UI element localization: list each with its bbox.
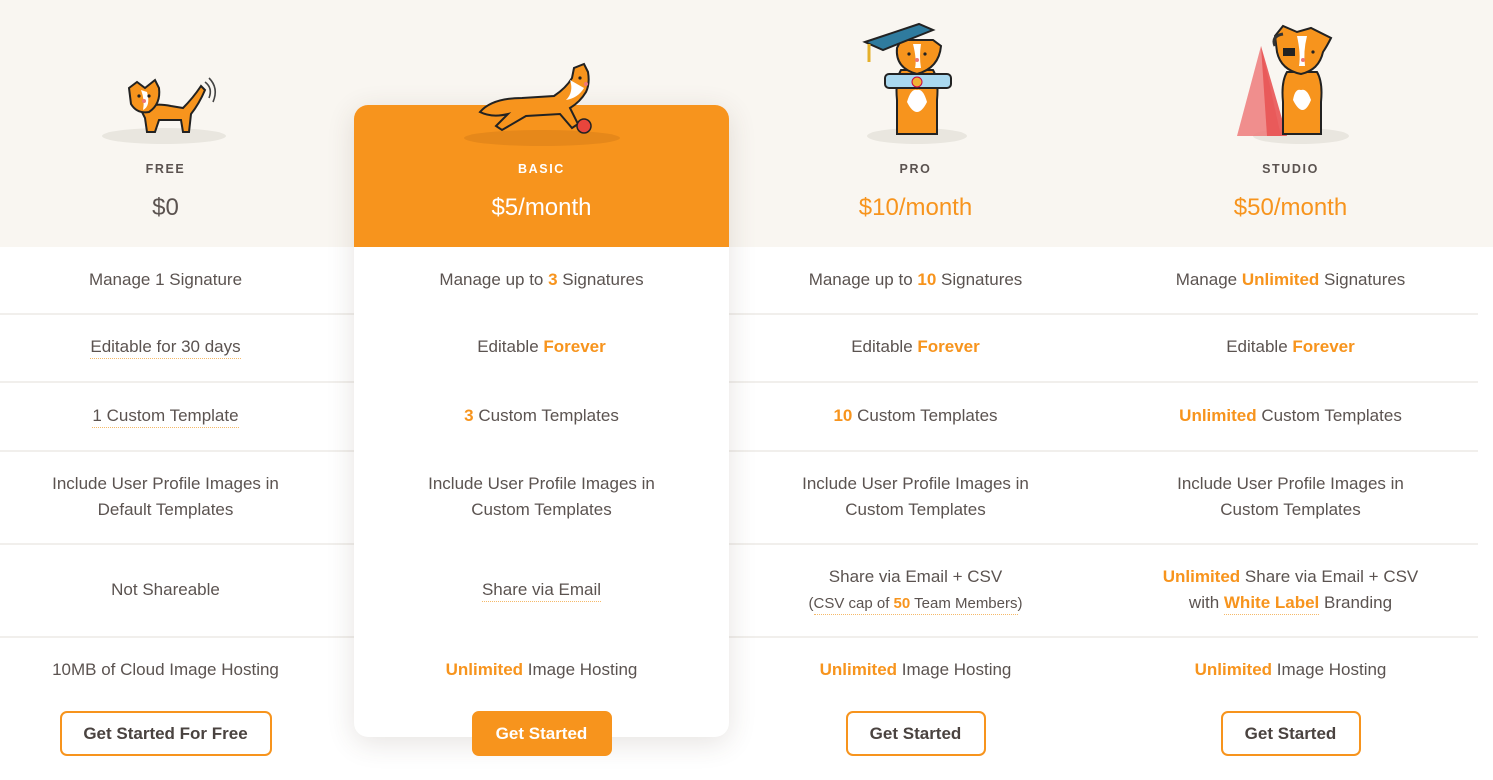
feature-templates: Unlimited Custom Templates (1179, 406, 1402, 425)
feature-editable: Editable Forever (477, 337, 606, 356)
feature-hosting: 10MB of Cloud Image Hosting (52, 660, 279, 679)
plan-column-free: FREE $0 Manage 1 Signature Editable for … (0, 0, 353, 780)
white-label-tooltip-term[interactable]: White Label (1223, 593, 1320, 615)
feature-profile-images: Include User Profile Images in Custom Tem… (1177, 474, 1404, 519)
dog-graduate-cap-diploma-icon (861, 22, 967, 144)
plan-column-basic: BASIC $5/month Manage up to 3 Signatures… (354, 0, 729, 780)
dog-running-with-ball-icon (463, 62, 620, 146)
feature-share: Unlimited Share via Email + CSV with Whit… (1103, 564, 1478, 616)
feature-share: Share via Email (354, 577, 729, 603)
dog-headset-spotlight-icon (1236, 24, 1349, 144)
feature-signatures: Manage Unlimited Signatures (1175, 270, 1406, 289)
feature-profile-images: Include User Profile Images in Default Te… (52, 474, 279, 519)
plan-column-pro: PRO $10/month Manage up to 10 Signatures… (728, 0, 1103, 780)
feature-profile-images: Include User Profile Images in Custom Tem… (802, 474, 1029, 519)
plan-price: $0 (152, 194, 179, 221)
feature-share: Share via Email + CSV (CSV cap of 50 Team… (728, 564, 1103, 617)
get-started-free-button[interactable]: Get Started For Free (59, 711, 272, 756)
share-tooltip-term[interactable]: Share via Email (481, 580, 602, 602)
feature-profile-images: Include User Profile Images in Custom Tem… (428, 474, 655, 519)
plan-name: BASIC (518, 162, 565, 176)
csv-cap-tooltip-term[interactable]: CSV cap of 50 Team Members (813, 595, 1018, 615)
feature-editable: Editable Forever (851, 337, 980, 356)
feature-signatures: Manage up to 3 Signatures (439, 270, 644, 289)
get-started-basic-button[interactable]: Get Started (471, 711, 612, 756)
feature-hosting: Unlimited Image Hosting (445, 660, 638, 679)
feature-templates: 1 Custom Template (0, 403, 353, 429)
plan-column-studio: STUDIO $50/month Manage Unlimited Signat… (1103, 0, 1478, 780)
feature-signatures: Manage up to 10 Signatures (808, 270, 1023, 289)
plan-price: $50/month (1233, 194, 1348, 221)
plan-name: PRO (899, 162, 932, 176)
plan-name: STUDIO (1262, 162, 1319, 176)
feature-signatures: Manage 1 Signature (88, 270, 243, 289)
feature-templates: 3 Custom Templates (464, 406, 619, 425)
feature-editable: Editable for 30 days (0, 334, 353, 360)
feature-share: Not Shareable (111, 580, 220, 599)
editable-tooltip-term[interactable]: Editable for 30 days (90, 337, 241, 359)
feature-hosting: Unlimited Image Hosting (1194, 660, 1387, 679)
feature-editable: Editable Forever (1226, 337, 1355, 356)
plan-name: FREE (145, 162, 186, 176)
feature-templates: 10 Custom Templates (833, 406, 998, 425)
plan-price: $5/month (491, 194, 592, 221)
get-started-pro-button[interactable]: Get Started (845, 711, 986, 756)
get-started-studio-button[interactable]: Get Started (1220, 711, 1361, 756)
feature-hosting: Unlimited Image Hosting (819, 660, 1012, 679)
templates-tooltip-term[interactable]: 1 Custom Template (92, 406, 239, 428)
dog-wagging-tail-icon (101, 77, 226, 144)
plan-price: $10/month (858, 194, 973, 221)
